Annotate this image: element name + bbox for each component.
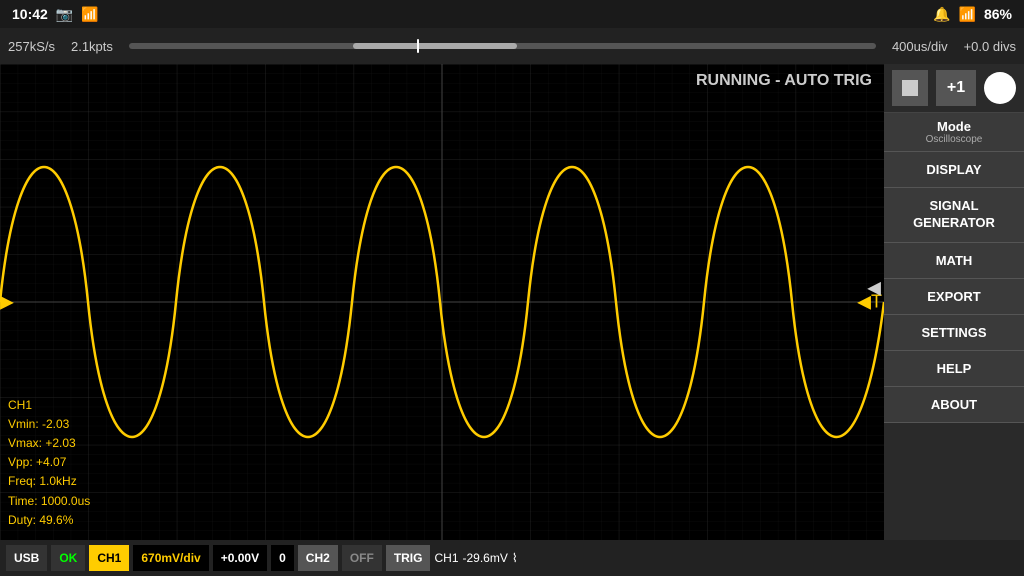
stop-icon — [902, 80, 918, 96]
vmax-value: Vmax: +2.03 — [8, 434, 90, 453]
mode-label: Mode — [937, 119, 971, 134]
trig-channel: CH1 — [434, 551, 458, 565]
trig-info: CH1 -29.6mV ⌇ — [434, 551, 517, 565]
handle-arrow-icon[interactable]: ◀ — [867, 278, 881, 299]
vmin-value: Vmin: -2.03 — [8, 415, 90, 434]
duty-value: Duty: 49.6% — [8, 511, 90, 530]
ch1-button[interactable]: CH1 — [89, 545, 129, 571]
time-display: 10:42 — [12, 6, 48, 22]
battery-display: 86% — [984, 6, 1012, 22]
div-offset: +0.0 divs — [964, 39, 1016, 54]
usb-button[interactable]: USB — [6, 545, 47, 571]
plus1-button[interactable]: +1 — [936, 70, 976, 106]
signal-gen-label: SIGNALGENERATOR — [913, 198, 995, 230]
settings-button[interactable]: SETTINGS — [884, 315, 1024, 351]
right-panel: +1 Mode Oscilloscope DISPLAY SIGNALGENER… — [884, 64, 1024, 540]
measurements-overlay: CH1 Vmin: -2.03 Vmax: +2.03 Vpp: +4.07 F… — [8, 396, 90, 530]
bottom-bar: USB OK CH1 670mV/div +0.00V 0 CH2 OFF TR… — [0, 540, 1024, 576]
time-value: Time: 1000.0us — [8, 492, 90, 511]
freq-value: Freq: 1.0kHz — [8, 472, 90, 491]
trig-label: TRIG — [394, 551, 423, 565]
trig-button[interactable]: TRIG — [386, 545, 431, 571]
ch1-trigger-arrow: ▶ — [0, 292, 14, 313]
help-button[interactable]: HELP — [884, 351, 1024, 387]
trig-symbol: ⌇ — [512, 551, 518, 565]
ch1-volt-div: 670mV/div — [133, 545, 208, 571]
about-button[interactable]: ABOUT — [884, 387, 1024, 423]
export-button[interactable]: EXPORT — [884, 279, 1024, 315]
waveform-display — [0, 64, 884, 540]
mode-sub-label: Oscilloscope — [892, 134, 1016, 145]
stop-button[interactable] — [892, 70, 928, 106]
vpp-value: Vpp: +4.07 — [8, 453, 90, 472]
ch1-button-label: CH1 — [97, 551, 121, 565]
white-button[interactable] — [984, 72, 1016, 104]
time-div: 400us/div — [892, 39, 948, 54]
sample-rate: 257kS/s — [8, 39, 55, 54]
display-button[interactable]: DISPLAY — [884, 152, 1024, 188]
ok-button[interactable]: OK — [51, 545, 85, 571]
ch2-off-button[interactable]: OFF — [342, 545, 382, 571]
photo-icon: 📷 — [56, 6, 73, 23]
status-bar: 10:42 📷 📶 🔔 📶 86% — [0, 0, 1024, 28]
mode-button[interactable]: Mode Oscilloscope — [884, 113, 1024, 152]
ch1-zero: 0 — [271, 545, 294, 571]
time-slider[interactable] — [129, 43, 876, 49]
panel-top-row: +1 — [884, 64, 1024, 113]
side-handle[interactable]: ◀ — [864, 278, 884, 299]
ch2-button-label: CH2 — [306, 551, 330, 565]
vibrate-icon: 🔔 — [933, 6, 950, 23]
ch2-button[interactable]: CH2 — [298, 545, 338, 571]
signal-generator-button[interactable]: SIGNALGENERATOR — [884, 188, 1024, 243]
sim-icon: 📶 — [81, 6, 98, 23]
wifi-icon: 📶 — [959, 6, 976, 23]
trig-value: -29.6mV — [463, 551, 508, 565]
math-button[interactable]: MATH — [884, 243, 1024, 279]
ch1-offset: +0.00V — [213, 545, 267, 571]
points-count: 2.1kpts — [71, 39, 113, 54]
toolbar: 257kS/s 2.1kpts 400us/div +0.0 divs — [0, 28, 1024, 64]
ch1-label: CH1 — [8, 396, 90, 415]
running-label: RUNNING - AUTO TRIG — [696, 72, 872, 90]
scope-area: RUNNING - AUTO TRIG ▶ ◀T CH1 Vmin: -2.03… — [0, 64, 884, 540]
